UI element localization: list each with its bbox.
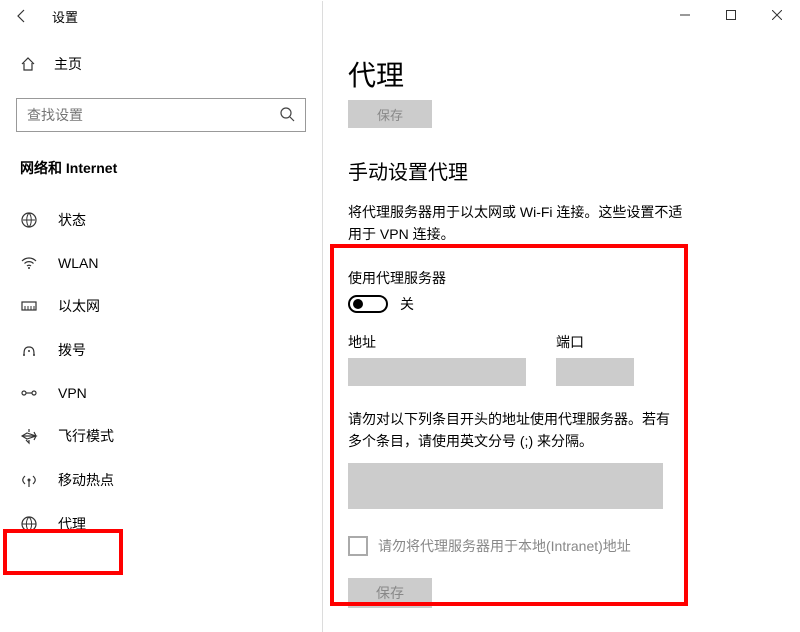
toggle-knob (353, 299, 363, 309)
sidebar-item-label: 飞行模式 (58, 426, 114, 446)
bypass-description: 请勿对以下列条目开头的地址使用代理服务器。若有多个条目，请使用英文分号 (;) … (348, 408, 678, 453)
local-bypass-label: 请勿将代理服务器用于本地(Intranet)地址 (378, 536, 631, 556)
minimize-button[interactable] (662, 0, 708, 30)
sidebar-item-dialup[interactable]: 拨号 (16, 328, 304, 372)
address-input[interactable] (348, 358, 526, 386)
sidebar-item-vpn[interactable]: VPN (16, 372, 304, 414)
use-proxy-label: 使用代理服务器 (348, 268, 772, 288)
back-button[interactable] (12, 6, 32, 26)
sidebar-item-proxy[interactable]: 代理 (16, 502, 304, 546)
save-button-label: 保存 (376, 583, 404, 603)
ethernet-icon (20, 297, 44, 315)
search-input[interactable] (27, 107, 279, 123)
sidebar-item-label: VPN (58, 385, 87, 401)
port-label: 端口 (556, 332, 634, 352)
sidebar-section-header: 网络和 Internet (16, 158, 304, 178)
sidebar-item-label: 状态 (58, 210, 86, 230)
sidebar-item-wlan[interactable]: WLAN (16, 242, 304, 284)
sidebar-item-label: 代理 (58, 514, 86, 534)
vpn-icon (20, 384, 44, 402)
sidebar-item-hotspot[interactable]: 移动热点 (16, 458, 304, 502)
window-controls (662, 0, 800, 30)
top-save-button[interactable]: 保存 (348, 100, 432, 128)
hotspot-icon (20, 471, 44, 489)
sidebar-item-label: WLAN (58, 255, 98, 271)
dialup-icon (20, 341, 44, 359)
sidebar-home[interactable]: 主页 (16, 44, 304, 84)
maximize-button[interactable] (708, 0, 754, 30)
content: 代理 保存 手动设置代理 将代理服务器用于以太网或 Wi-Fi 连接。这些设置不… (320, 32, 800, 632)
search-icon (279, 106, 295, 125)
sidebar-item-status[interactable]: 状态 (16, 198, 304, 242)
wifi-icon (20, 254, 44, 272)
sidebar-item-label: 拨号 (58, 340, 86, 360)
port-input[interactable] (556, 358, 634, 386)
save-button[interactable]: 保存 (348, 578, 432, 608)
use-proxy-toggle[interactable] (348, 295, 388, 313)
address-label: 地址 (348, 332, 526, 352)
sidebar-item-ethernet[interactable]: 以太网 (16, 284, 304, 328)
section-description: 将代理服务器用于以太网或 Wi-Fi 连接。这些设置不适用于 VPN 连接。 (348, 201, 688, 246)
sidebar: 主页 网络和 Internet 状态 (0, 32, 320, 632)
window-title: 设置 (52, 7, 78, 26)
bypass-input[interactable] (348, 463, 663, 509)
proxy-form: 使用代理服务器 关 地址 端口 请勿对以下列条目开头的地址使用代理服务器。若有多… (348, 262, 772, 608)
home-icon (20, 56, 40, 72)
status-icon (20, 211, 44, 229)
section-title: 手动设置代理 (348, 156, 772, 185)
local-bypass-checkbox[interactable] (348, 536, 368, 556)
close-button[interactable] (754, 0, 800, 30)
nav-list: 状态 WLAN 以太网 (16, 198, 304, 546)
sidebar-item-label: 移动热点 (58, 470, 114, 490)
airplane-icon (20, 427, 44, 445)
sidebar-item-airplane[interactable]: 飞行模式 (16, 414, 304, 458)
top-save-label: 保存 (377, 105, 403, 124)
sidebar-home-label: 主页 (54, 54, 82, 74)
proxy-icon (20, 515, 44, 533)
search-box[interactable] (16, 98, 306, 132)
toggle-state-label: 关 (400, 294, 414, 314)
page-title: 代理 (348, 54, 772, 94)
sidebar-item-label: 以太网 (58, 296, 100, 316)
